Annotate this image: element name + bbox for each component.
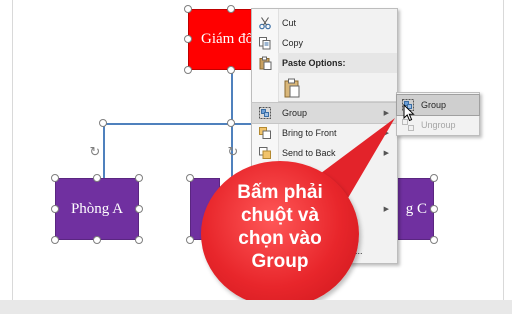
selection-handle[interactable] (93, 174, 101, 182)
submenu-item-ungroup-label: Ungroup (421, 120, 456, 130)
rotate-handle-icon[interactable]: ↻ (88, 146, 102, 160)
submenu-arrow-icon: ▶ (383, 129, 389, 137)
selection-handle[interactable] (51, 236, 59, 244)
menu-item-cut[interactable]: Cut (252, 13, 397, 33)
shape-giam-doc-label: Giám đốc (201, 31, 251, 47)
selection-handle[interactable] (135, 174, 143, 182)
mouse-pointer-icon (403, 104, 415, 122)
connector-left-drop (103, 123, 105, 178)
paste-options-header: Paste Options: (278, 53, 397, 73)
send-to-back-icon (259, 147, 271, 159)
callout-line-3: chọn vào (238, 228, 322, 249)
submenu-arrow-icon: ▶ (383, 109, 389, 117)
rotate-handle-icon[interactable]: ↻ (226, 146, 240, 160)
selection-handle[interactable] (227, 5, 235, 13)
selection-handle[interactable] (430, 236, 438, 244)
page-edge-right (503, 0, 504, 300)
selection-handle[interactable] (430, 174, 438, 182)
shape-phong-a-label: Phòng A (70, 200, 124, 217)
copy-icon (259, 37, 271, 50)
page-edge-left (12, 0, 13, 300)
callout-line-2: chuột và (240, 205, 320, 226)
selection-handle[interactable] (51, 174, 59, 182)
group-icon (259, 107, 271, 119)
menu-item-send-to-back-label: Send to Back (282, 148, 336, 158)
selection-handle[interactable] (430, 205, 438, 213)
callout-line-1: Bấm phải (237, 182, 323, 203)
menu-item-copy-label: Copy (282, 38, 304, 48)
paste-icon (259, 56, 272, 70)
selection-handle[interactable] (227, 66, 235, 74)
selection-handle[interactable] (51, 205, 59, 213)
menu-item-bring-to-front[interactable]: Bring to Front ▶ (252, 123, 397, 143)
callout-line-4: Group (251, 251, 309, 272)
selection-handle[interactable] (184, 5, 192, 13)
menu-item-cut-label: Cut (282, 18, 297, 28)
menu-separator (278, 101, 397, 102)
paste-keep-formatting-button[interactable] (280, 75, 304, 101)
selection-handle[interactable] (135, 236, 143, 244)
submenu-arrow-icon: ▶ (383, 149, 389, 157)
selection-handle[interactable] (186, 236, 194, 244)
connector-endpoint[interactable] (99, 119, 107, 127)
selection-handle[interactable] (93, 236, 101, 244)
scissors-icon (259, 17, 271, 30)
menu-item-group[interactable]: Group ▶ (251, 102, 398, 124)
menu-item-send-to-back[interactable]: Send to Back ▶ (252, 143, 397, 163)
callout-text: Bấm phải chuột và chọn vào Group (201, 181, 359, 273)
bring-to-front-icon (259, 127, 271, 139)
selection-handle[interactable] (184, 66, 192, 74)
selection-handle[interactable] (184, 35, 192, 43)
clipboard-icon (284, 78, 300, 98)
workspace-bottom (0, 300, 512, 314)
connector-vertical-main (231, 70, 233, 124)
submenu-arrow-icon: ▶ (383, 205, 389, 213)
selection-handle[interactable] (186, 174, 194, 182)
shape-phong-a[interactable]: Phòng A (55, 178, 139, 240)
menu-item-group-label: Group (282, 108, 308, 118)
connector-endpoint[interactable] (227, 119, 235, 127)
shape-giam-doc[interactable]: Giám đốc (188, 9, 252, 70)
selection-handle[interactable] (135, 205, 143, 213)
shape-phong-c-label: g C (405, 200, 427, 217)
submenu-item-group-label: Group (421, 100, 447, 110)
menu-item-copy[interactable]: Copy (252, 33, 397, 53)
menu-item-bring-to-front-label: Bring to Front (282, 128, 337, 138)
